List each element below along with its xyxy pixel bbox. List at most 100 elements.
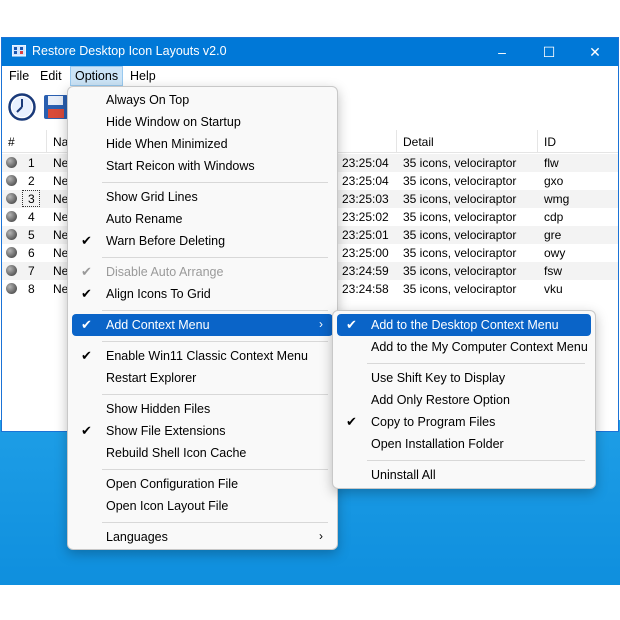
menu-item-label: Auto Rename <box>106 212 183 226</box>
menu-item-label: Disable Auto Arrange <box>106 265 224 279</box>
menu-separator <box>102 182 328 183</box>
row-number: 6 <box>28 246 35 260</box>
menu-separator <box>367 363 585 364</box>
menu-item-label: Hide When Minimized <box>106 137 228 151</box>
menu-item-restart-explorer[interactable]: Restart Explorer <box>72 367 333 389</box>
maximize-button[interactable]: ☐ <box>526 38 572 66</box>
submenu-arrow-icon: › <box>319 317 323 331</box>
row-id: gre <box>544 228 562 242</box>
menu-item-copy-to-program-files[interactable]: ✔ Copy to Program Files <box>337 411 591 433</box>
menu-item-languages[interactable]: Languages › <box>72 526 333 548</box>
menu-item-add-only-restore-option[interactable]: Add Only Restore Option <box>337 389 591 411</box>
menu-item-use-shift-key-to-display[interactable]: Use Shift Key to Display <box>337 367 591 389</box>
row-id: wmg <box>544 192 570 206</box>
menu-help[interactable]: Help <box>130 69 156 83</box>
menu-item-add-to-the-my-computer-context-menu[interactable]: Add to the My Computer Context Menu <box>337 336 591 358</box>
row-number: 4 <box>28 210 35 224</box>
menu-item-auto-rename[interactable]: Auto Rename <box>72 208 333 230</box>
menu-item-label: Align Icons To Grid <box>106 287 211 301</box>
menu-item-open-installation-folder[interactable]: Open Installation Folder <box>337 433 591 455</box>
row-time: 23:25:00 <box>342 246 389 260</box>
menu-item-hide-window-on-startup[interactable]: Hide Window on Startup <box>72 111 333 133</box>
minimize-button[interactable]: – <box>479 38 525 66</box>
status-dot-icon <box>6 229 17 240</box>
context-menu-submenu: ✔ Add to the Desktop Context Menu Add to t… <box>332 310 596 489</box>
menu-item-label: Add Only Restore Option <box>371 393 510 407</box>
menu-item-label: Open Configuration File <box>106 477 239 491</box>
menu-options[interactable]: Options <box>75 69 118 83</box>
menu-item-label: Uninstall All <box>371 468 436 482</box>
menu-item-label: Languages <box>106 530 168 544</box>
window-title: Restore Desktop Icon Layouts v2.0 <box>32 44 227 58</box>
menu-separator <box>102 341 328 342</box>
row-number: 8 <box>28 282 35 296</box>
row-time: 23:25:04 <box>342 156 389 170</box>
menu-item-add-to-the-desktop-context-menu[interactable]: ✔ Add to the Desktop Context Menu <box>337 314 591 336</box>
status-dot-icon <box>6 283 17 294</box>
row-time: 23:24:58 <box>342 282 389 296</box>
checkmark-icon: ✔ <box>81 264 92 279</box>
menu-item-disable-auto-arrange: ✔ Disable Auto Arrange <box>72 261 333 283</box>
menu-item-show-hidden-files[interactable]: Show Hidden Files <box>72 398 333 420</box>
row-number: 2 <box>28 174 35 188</box>
row-detail: 35 icons, velociraptor <box>403 282 517 296</box>
menu-item-show-grid-lines[interactable]: Show Grid Lines <box>72 186 333 208</box>
row-time: 23:25:01 <box>342 228 389 242</box>
menu-item-hide-when-minimized[interactable]: Hide When Minimized <box>72 133 333 155</box>
menu-item-open-icon-layout-file[interactable]: Open Icon Layout File <box>72 495 333 517</box>
row-detail: 35 icons, velociraptor <box>403 156 517 170</box>
menu-item-label: Add to the My Computer Context Menu <box>371 340 588 354</box>
menu-item-label: Rebuild Shell Icon Cache <box>106 446 247 460</box>
row-id: owy <box>544 246 566 260</box>
row-number: 1 <box>28 156 35 170</box>
title-bar[interactable]: Restore Desktop Icon Layouts v2.0 – ☐ ✕ <box>2 38 618 66</box>
checkmark-icon: ✔ <box>81 233 92 248</box>
row-number: 3 <box>28 192 35 206</box>
menu-item-label: Start Reicon with Windows <box>106 159 255 173</box>
menu-item-warn-before-deleting[interactable]: ✔ Warn Before Deleting <box>72 230 333 252</box>
menu-item-uninstall-all[interactable]: Uninstall All <box>337 464 591 486</box>
checkmark-icon: ✔ <box>81 348 92 363</box>
row-number: 5 <box>28 228 35 242</box>
menu-item-always-on-top[interactable]: Always On Top <box>72 89 333 111</box>
checkmark-icon: ✔ <box>346 317 357 332</box>
row-id: fsw <box>544 264 562 278</box>
maximize-icon: ☐ <box>542 43 556 60</box>
menu-bar: File Edit Options Help <box>2 66 618 86</box>
menu-item-label: Copy to Program Files <box>371 415 496 429</box>
menu-item-open-configuration-file[interactable]: Open Configuration File <box>72 473 333 495</box>
menu-item-enable-win11-classic-context-menu[interactable]: ✔ Enable Win11 Classic Context Menu <box>72 345 333 367</box>
menu-item-add-context-menu[interactable]: ✔ Add Context Menu › <box>72 314 333 336</box>
row-time: 23:25:03 <box>342 192 389 206</box>
row-detail: 35 icons, velociraptor <box>403 228 517 242</box>
row-time: 23:25:04 <box>342 174 389 188</box>
status-dot-icon <box>6 193 17 204</box>
column-header-number[interactable]: # <box>8 135 15 149</box>
menu-item-label: Show Grid Lines <box>106 190 198 204</box>
menu-item-label: Use Shift Key to Display <box>371 371 506 385</box>
row-id: cdp <box>544 210 564 224</box>
save-floppy-icon[interactable] <box>42 93 70 121</box>
menu-edit[interactable]: Edit <box>40 69 62 83</box>
minimize-icon: – <box>498 44 506 60</box>
menu-item-show-file-extensions[interactable]: ✔ Show File Extensions <box>72 420 333 442</box>
submenu-arrow-icon: › <box>319 529 323 543</box>
menu-file[interactable]: File <box>9 69 29 83</box>
column-header-detail[interactable]: Detail <box>403 135 434 149</box>
checkmark-icon: ✔ <box>81 317 92 332</box>
close-button[interactable]: ✕ <box>572 38 618 66</box>
menu-item-label: Always On Top <box>106 93 190 107</box>
menu-item-rebuild-shell-icon-cache[interactable]: Rebuild Shell Icon Cache <box>72 442 333 464</box>
menu-separator <box>102 469 328 470</box>
menu-item-start-reicon-with-windows[interactable]: Start Reicon with Windows <box>72 155 333 177</box>
menu-item-label: Open Installation Folder <box>371 437 504 451</box>
menu-item-label: Enable Win11 Classic Context Menu <box>106 349 308 363</box>
menu-item-label: Add to the Desktop Context Menu <box>371 318 559 332</box>
menu-item-label: Open Icon Layout File <box>106 499 229 513</box>
checkmark-icon: ✔ <box>81 423 92 438</box>
column-header-id[interactable]: ID <box>544 135 556 149</box>
menu-item-align-icons-to-grid[interactable]: ✔ Align Icons To Grid <box>72 283 333 305</box>
menu-item-label: Show File Extensions <box>106 424 226 438</box>
status-dot-icon <box>6 211 17 222</box>
restore-clock-icon[interactable] <box>8 93 36 121</box>
